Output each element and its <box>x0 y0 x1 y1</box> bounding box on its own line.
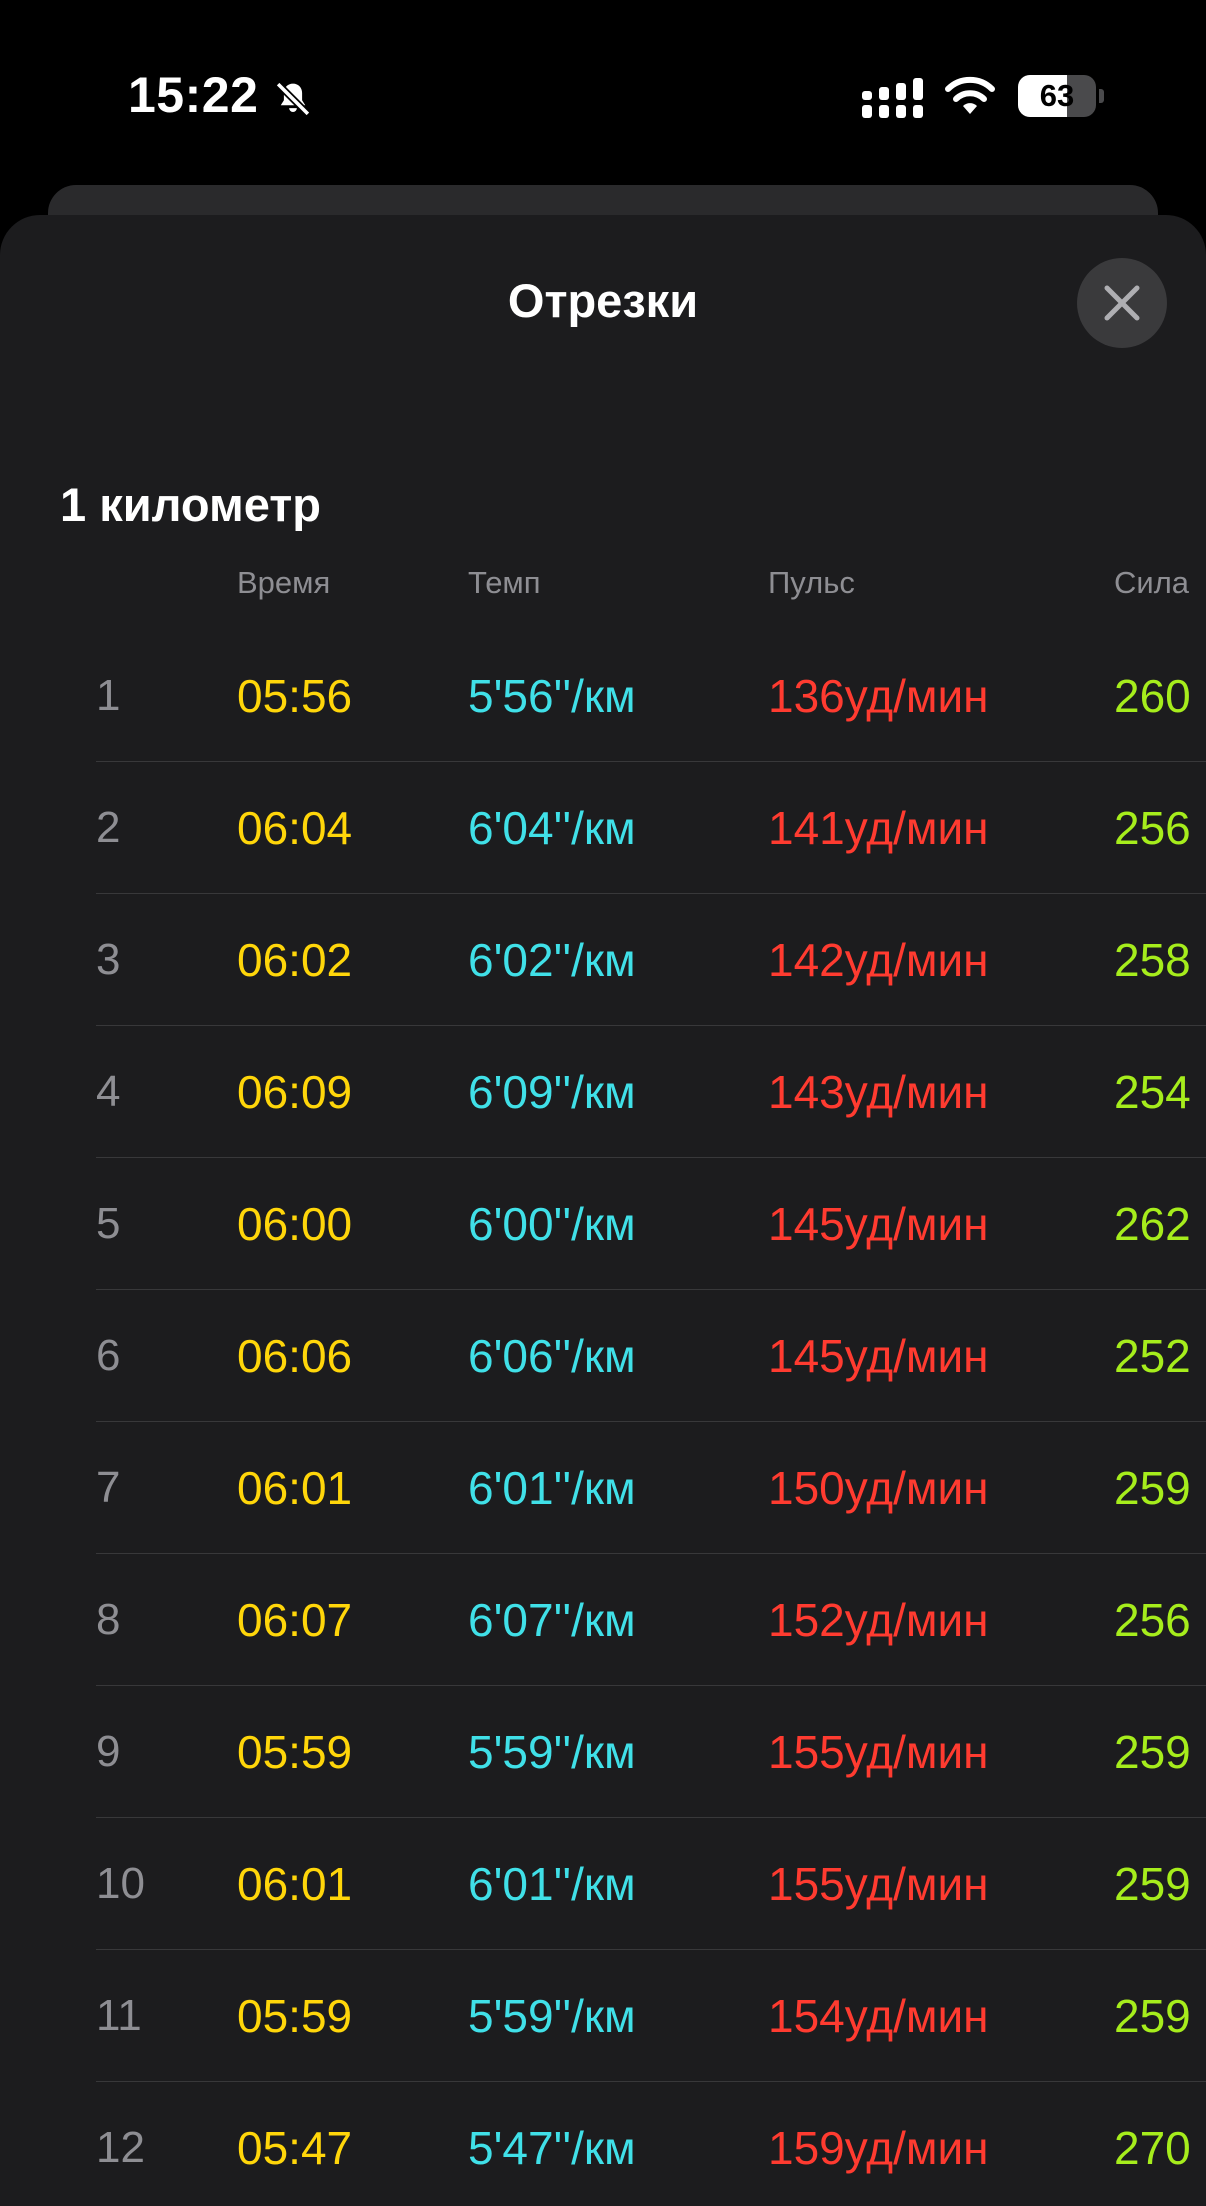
table-row: 12 05:47 5'47''/км 159уд/мин 270 <box>0 2082 1206 2206</box>
table-row: 2 06:04 6'04''/км 141уд/мин 256 <box>0 762 1206 894</box>
split-time: 06:09 <box>237 1066 353 1118</box>
split-pace: 5'56''/км <box>468 670 636 722</box>
split-pace: 5'59''/км <box>468 1990 636 2042</box>
split-time: 05:59 <box>237 1990 353 2042</box>
split-heart-rate: 143уд/мин <box>768 1066 989 1118</box>
split-power: 256 <box>1114 1594 1191 1646</box>
section-title: 1 километр <box>60 478 321 531</box>
split-power: 259 <box>1114 1726 1191 1778</box>
column-header-power: Сила <box>1114 565 1190 600</box>
split-time: 05:47 <box>237 2122 353 2174</box>
split-power: 254 <box>1114 1066 1191 1118</box>
wifi-icon <box>945 76 995 114</box>
split-pace: 6'01''/км <box>468 1462 636 1514</box>
close-icon <box>1104 285 1140 321</box>
column-header-heart-rate: Пульс <box>768 565 855 600</box>
splits-sheet: Отрезки 1 километр Время Темп Пульс Сила… <box>0 215 1206 2206</box>
column-header-pace: Темп <box>468 565 541 600</box>
split-heart-rate: 155уд/мин <box>768 1726 989 1778</box>
split-heart-rate: 152уд/мин <box>768 1594 989 1646</box>
table-row: 6 06:06 6'06''/км 145уд/мин 252 <box>0 1290 1206 1422</box>
split-pace: 6'09''/км <box>468 1066 636 1118</box>
split-time: 06:04 <box>237 802 353 854</box>
split-time: 05:59 <box>237 1726 353 1778</box>
split-heart-rate: 159уд/мин <box>768 2122 989 2174</box>
split-heart-rate: 145уд/мин <box>768 1198 989 1250</box>
split-index: 6 <box>96 1331 121 1380</box>
split-power: 262 <box>1114 1198 1191 1250</box>
table-row: 1 05:56 5'56''/км 136уд/мин 260 <box>0 630 1206 762</box>
screen: 15:22 63 Отрезки 1 километр Время Темп П… <box>0 0 1206 2206</box>
split-power: 252 <box>1114 1330 1191 1382</box>
split-heart-rate: 154уд/мин <box>768 1990 989 2042</box>
split-power: 256 <box>1114 802 1191 854</box>
column-header-time: Время <box>237 565 331 600</box>
split-time: 06:06 <box>237 1330 353 1382</box>
split-index: 8 <box>96 1595 121 1644</box>
split-pace: 5'59''/км <box>468 1726 636 1778</box>
table-row: 9 05:59 5'59''/км 155уд/мин 259 <box>0 1686 1206 1818</box>
cellular-signal-icon <box>862 78 923 118</box>
sheet-title: Отрезки <box>507 274 699 327</box>
split-index: 10 <box>96 1859 145 1908</box>
splits-table: 1 05:56 5'56''/км 136уд/мин 260 2 06:04 6'04''/… <box>0 630 1206 2206</box>
split-time: 06:01 <box>237 1462 353 1514</box>
split-heart-rate: 141уд/мин <box>768 802 989 854</box>
table-row: 10 06:01 6'01''/км 155уд/мин 259 <box>0 1818 1206 1950</box>
status-bar: 15:22 63 <box>0 0 1206 190</box>
split-index: 1 <box>96 671 121 720</box>
split-time: 06:02 <box>237 934 353 986</box>
split-time: 06:07 <box>237 1594 353 1646</box>
split-pace: 5'47''/км <box>468 2122 636 2174</box>
split-index: 9 <box>96 1727 121 1776</box>
split-index: 4 <box>96 1067 121 1116</box>
table-row: 4 06:09 6'09''/км 143уд/мин 254 <box>0 1026 1206 1158</box>
split-pace: 6'00''/км <box>468 1198 636 1250</box>
split-heart-rate: 155уд/мин <box>768 1858 989 1910</box>
split-power: 259 <box>1114 1462 1191 1514</box>
battery-level: 63 <box>1039 78 1075 113</box>
table-row: 11 05:59 5'59''/км 154уд/мин 259 <box>0 1950 1206 2082</box>
table-row: 8 06:07 6'07''/км 152уд/мин 256 <box>0 1554 1206 1686</box>
split-index: 7 <box>96 1463 121 1512</box>
split-heart-rate: 145уд/мин <box>768 1330 989 1382</box>
split-power: 259 <box>1114 1990 1191 2042</box>
split-time: 05:56 <box>237 670 353 722</box>
split-heart-rate: 150уд/мин <box>768 1462 989 1514</box>
split-pace: 6'01''/км <box>468 1858 636 1910</box>
battery-icon: 63 <box>1018 75 1104 117</box>
split-pace: 6'06''/км <box>468 1330 636 1382</box>
table-row: 3 06:02 6'02''/км 142уд/мин 258 <box>0 894 1206 1026</box>
split-index: 11 <box>96 1991 142 2040</box>
split-pace: 6'02''/км <box>468 934 636 986</box>
split-index: 3 <box>96 935 121 984</box>
split-index: 2 <box>96 803 121 852</box>
close-button[interactable] <box>1077 258 1167 348</box>
split-pace: 6'04''/км <box>468 802 636 854</box>
split-power: 258 <box>1114 934 1191 986</box>
split-pace: 6'07''/км <box>468 1594 636 1646</box>
split-time: 06:01 <box>237 1858 353 1910</box>
split-time: 06:00 <box>237 1198 353 1250</box>
split-heart-rate: 142уд/мин <box>768 934 989 986</box>
status-time: 15:22 <box>128 67 259 123</box>
bell-slash-icon <box>275 81 311 117</box>
split-power: 259 <box>1114 1858 1191 1910</box>
split-index: 12 <box>96 2123 145 2172</box>
split-index: 5 <box>96 1199 121 1248</box>
split-power: 260 <box>1114 670 1191 722</box>
split-heart-rate: 136уд/мин <box>768 670 989 722</box>
split-power: 270 <box>1114 2122 1191 2174</box>
table-row: 5 06:00 6'00''/км 145уд/мин 262 <box>0 1158 1206 1290</box>
table-row: 7 06:01 6'01''/км 150уд/мин 259 <box>0 1422 1206 1554</box>
